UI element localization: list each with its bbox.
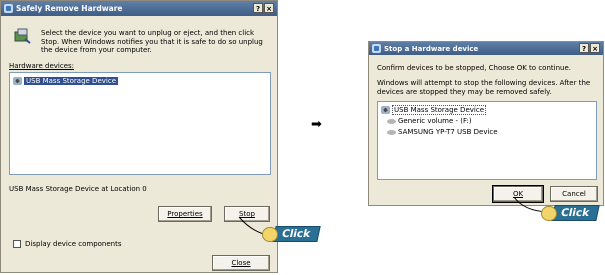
hardware-devices-list[interactable]: USB Mass Storage Device: [9, 72, 271, 175]
list-item[interactable]: USB Mass Storage Device: [381, 104, 486, 115]
hardware-devices-label: Hardware devices:: [9, 62, 75, 70]
confirm-text: Confirm devices to be stopped, Choose OK…: [377, 64, 571, 72]
hardware-icon: [372, 44, 381, 53]
hand-icon: [541, 205, 557, 221]
close-label: Close: [231, 259, 251, 267]
instructions-text: Select the device you want to unplug or …: [41, 29, 263, 54]
arrow-icon: ➡: [311, 117, 322, 132]
list-item[interactable]: Generic volume - (F:): [387, 115, 472, 126]
click-callout-right: Click: [541, 204, 600, 222]
close-icon[interactable]: ×: [264, 3, 274, 13]
info-text: Windows will attempt to stop the followi…: [377, 79, 591, 96]
device-name: USB Mass Storage Device: [392, 104, 486, 115]
cancel-button[interactable]: Cancel: [550, 186, 598, 202]
stop-hardware-device-dialog: Stop a Hardware device ? × Confirm devic…: [368, 41, 604, 206]
devices-to-stop-list[interactable]: USB Mass Storage Device Generic volume -…: [377, 101, 597, 180]
device-name: USB Mass Storage Device: [24, 76, 118, 85]
dialog-title: Safely Remove Hardware: [16, 4, 123, 13]
hardware-graphic-icon: [13, 28, 31, 44]
help-button[interactable]: ?: [579, 43, 589, 53]
cancel-label: Cancel: [562, 190, 586, 198]
click-label: Click: [551, 205, 600, 221]
list-item[interactable]: SAMSUNG YP-T7 USB Device: [387, 126, 498, 137]
title-bar: Safely Remove Hardware ? ×: [1, 1, 277, 16]
drive-icon: [387, 119, 396, 124]
click-callout-left: Click: [262, 225, 321, 243]
display-components-checkbox[interactable]: [13, 240, 21, 248]
properties-button[interactable]: Properties: [158, 206, 212, 222]
hardware-icon: [4, 4, 13, 13]
drive-icon: [387, 130, 396, 135]
help-button[interactable]: ?: [253, 3, 263, 13]
usb-icon: [381, 105, 390, 114]
close-icon[interactable]: ×: [590, 43, 600, 53]
title-bar: Stop a Hardware device ? ×: [369, 42, 603, 55]
list-item[interactable]: USB Mass Storage Device: [13, 75, 118, 86]
usb-icon: [13, 76, 22, 85]
device-name: Generic volume - (F:): [398, 116, 472, 125]
close-button[interactable]: Close: [212, 255, 270, 271]
dialog-title: Stop a Hardware device: [384, 44, 479, 53]
click-label: Click: [272, 226, 321, 242]
device-location-text: USB Mass Storage Device at Location 0: [9, 185, 147, 193]
device-name: SAMSUNG YP-T7 USB Device: [398, 127, 498, 136]
properties-label: Properties: [167, 210, 203, 218]
hand-icon: [262, 226, 278, 242]
display-components-label: Display device components: [25, 240, 122, 248]
